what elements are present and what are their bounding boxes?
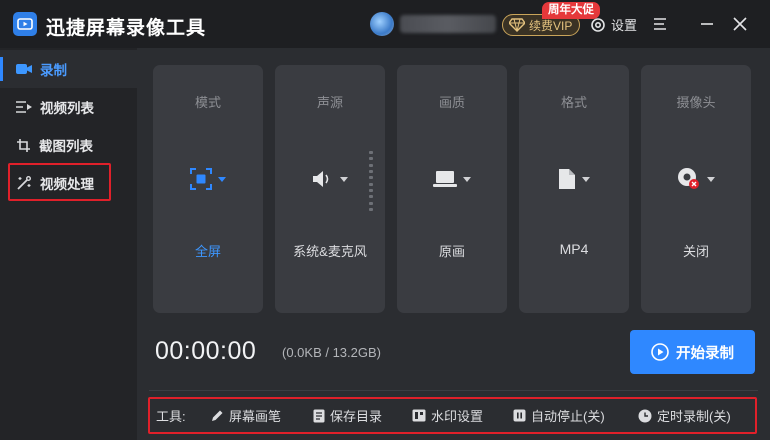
card-title: 摄像头 — [676, 95, 716, 110]
volume-meter — [369, 151, 373, 211]
file-size-info: (0.0KB / 13.2GB) — [282, 345, 381, 360]
settings-button[interactable]: 设置 — [590, 15, 637, 34]
quality-card[interactable]: 画质 原画 — [397, 65, 507, 313]
magic-wand-icon — [17, 176, 31, 190]
mode-value: 全屏 — [194, 244, 221, 259]
document-icon — [313, 409, 325, 422]
start-recording-label: 开始录制 — [676, 345, 734, 362]
clock-icon — [638, 409, 652, 422]
card-title: 模式 — [194, 95, 221, 110]
tools-label: 工具: — [156, 409, 186, 424]
auto-stop-button[interactable]: 自动停止(关) — [513, 406, 605, 425]
sidebar-item-screenshot-list[interactable]: 截图列表 — [0, 126, 137, 164]
tool-label: 保存目录 — [330, 409, 383, 424]
webcam-icon — [678, 168, 699, 189]
format-card[interactable]: 格式 MP4 — [519, 65, 629, 313]
main-panel: 模式 全屏 声源 系统&麦克风 画质 原画 格式 MP4 摄像头 关闭 00:0… — [137, 48, 770, 440]
card-title: 画质 — [438, 95, 465, 110]
sidebar-item-label: 视频列表 — [40, 101, 94, 116]
sidebar-item-video-list[interactable]: 视频列表 — [0, 88, 137, 126]
close-icon[interactable] — [730, 14, 750, 34]
laptop-icon — [433, 171, 457, 187]
play-circle-icon — [651, 343, 669, 361]
card-title: 声源 — [316, 95, 343, 110]
card-title: 格式 — [560, 95, 587, 110]
scheduled-recording-button[interactable]: 定时录制(关) — [638, 406, 731, 425]
tool-label: 屏幕画笔 — [229, 409, 282, 424]
diamond-icon — [509, 18, 525, 32]
sidebar-item-label: 视频处理 — [40, 177, 94, 192]
start-recording-button[interactable]: 开始录制 — [630, 330, 755, 374]
camera-card[interactable]: 摄像头 关闭 — [641, 65, 751, 313]
tools-toolbar: 工具: 屏幕画笔 保存目录 水印设置 自动停止(关) 定时录制(关) — [148, 397, 757, 434]
save-directory-button[interactable]: 保存目录 — [313, 406, 382, 425]
fullscreen-icon — [190, 168, 212, 190]
audio-source-card[interactable]: 声源 系统&麦克风 — [275, 65, 385, 313]
sidebar-item-label: 截图列表 — [39, 139, 93, 154]
watermark-settings-button[interactable]: 水印设置 — [412, 406, 483, 425]
recording-timer: 00:00:00 — [155, 337, 257, 365]
sidebar: 录制 视频列表 截图列表 视频处理 — [0, 48, 137, 440]
watermark-icon — [412, 409, 426, 422]
chevron-down-icon — [218, 176, 226, 182]
quality-value: 原画 — [438, 244, 465, 259]
gear-icon — [591, 17, 605, 32]
camera-value: 关闭 — [682, 244, 709, 259]
settings-label: 设置 — [611, 18, 638, 33]
chevron-down-icon — [340, 176, 348, 182]
app-logo-icon — [13, 12, 37, 36]
sidebar-item-record[interactable]: 录制 — [0, 50, 137, 88]
list-play-icon — [16, 101, 32, 113]
sidebar-item-label: 录制 — [40, 63, 67, 78]
screen-pen-button[interactable]: 屏幕画笔 — [211, 406, 281, 425]
menu-icon[interactable] — [652, 16, 668, 32]
chevron-down-icon — [582, 176, 590, 182]
chevron-down-icon — [463, 176, 471, 182]
user-avatar[interactable] — [370, 12, 394, 36]
tool-label: 自动停止(关) — [531, 409, 605, 424]
divider — [149, 390, 758, 391]
mode-card[interactable]: 模式 全屏 — [153, 65, 263, 313]
video-camera-icon — [16, 64, 32, 74]
sidebar-item-video-processing[interactable]: 视频处理 — [0, 164, 137, 202]
chevron-down-icon — [707, 176, 715, 182]
title-bar: 迅捷屏幕录像工具 续费VIP 周年大促 设置 — [0, 0, 770, 48]
app-title: 迅捷屏幕录像工具 — [46, 18, 207, 39]
screenshot-icon — [17, 138, 30, 152]
tool-label: 水印设置 — [431, 409, 484, 424]
vip-label: 续费VIP — [529, 18, 573, 33]
file-icon — [559, 169, 575, 189]
pen-icon — [212, 410, 223, 421]
minimize-icon[interactable] — [697, 14, 717, 34]
user-name-blurred[interactable] — [400, 15, 496, 33]
pause-icon — [513, 409, 526, 422]
speaker-icon — [313, 171, 329, 187]
format-value: MP4 — [559, 241, 589, 257]
audio-source-value: 系统&麦克风 — [293, 244, 367, 259]
tool-label: 定时录制(关) — [657, 409, 731, 424]
